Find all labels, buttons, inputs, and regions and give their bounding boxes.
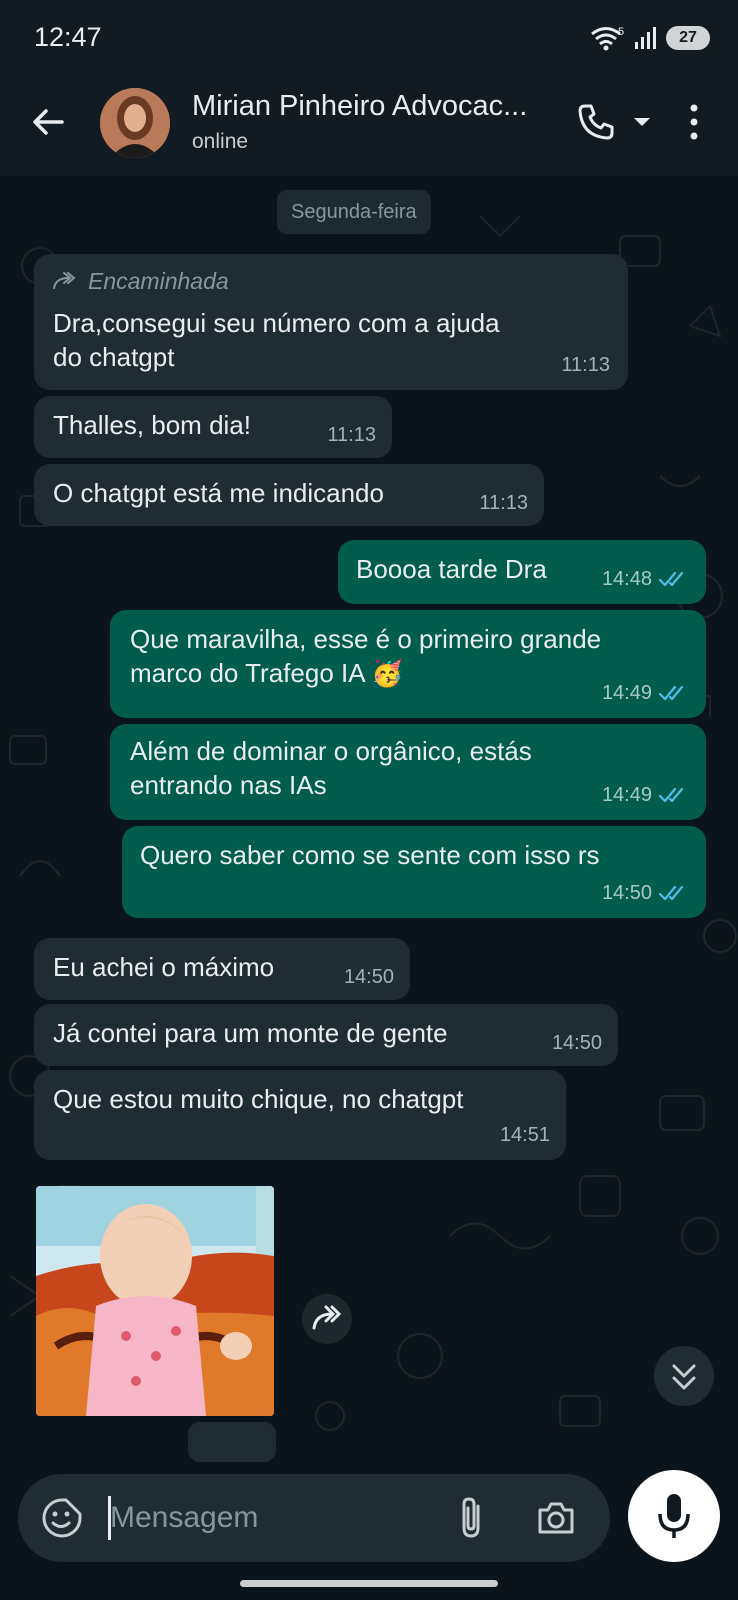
status-time: 12:47 — [34, 22, 102, 52]
message-text: entrando nas IAs — [130, 770, 327, 800]
message-time: 11:13 — [479, 492, 528, 514]
microphone-icon — [658, 1494, 690, 1538]
read-receipt-icon — [658, 571, 684, 587]
message-text: Quero saber como se sente com isso rs — [140, 840, 600, 870]
forward-button-icon[interactable] — [302, 1294, 352, 1344]
message-bubble-incoming[interactable]: Já contei para um monte de gente 14:50 — [34, 1004, 618, 1066]
contact-avatar[interactable] — [100, 88, 170, 158]
message-time: 14:50 — [343, 966, 394, 988]
message-text: Já contei para um monte de gente — [53, 1018, 448, 1048]
message-bubble-outgoing[interactable]: Quero saber como se sente com isso rs 14… — [122, 826, 706, 918]
read-receipt-icon — [658, 685, 684, 701]
message-time: 14:50 — [551, 1032, 602, 1054]
photo-message[interactable] — [36, 1186, 274, 1416]
read-receipt-icon — [658, 787, 684, 803]
message-time: 11:13 — [327, 424, 376, 446]
svg-text:5: 5 — [618, 26, 624, 38]
voice-message-button[interactable] — [628, 1470, 720, 1562]
message-bubble-incoming[interactable]: Que estou muito chique, no chatgpt 14:51 — [34, 1070, 566, 1160]
read-receipt-icon — [658, 885, 684, 901]
chevron-down-icon[interactable] — [632, 112, 652, 132]
system-navigation-bar — [0, 1566, 738, 1600]
message-time: 14:48 — [601, 568, 652, 590]
message-time: 14:49 — [601, 682, 652, 704]
chat-area[interactable]: Segunda-feira Encaminhada Dra,consegui s… — [0, 176, 738, 1466]
baby-photo-icon — [36, 1186, 274, 1416]
message-composer — [0, 1466, 738, 1566]
message-text: Thalles, bom dia! — [53, 410, 251, 440]
chat-header: Mirian Pinheiro Advocac... online — [0, 76, 738, 176]
wifi-icon: 5 — [591, 26, 624, 51]
battery-indicator: 27 — [666, 26, 710, 50]
date-separator: Segunda-feira — [277, 190, 431, 234]
message-bubble-incoming[interactable]: Encaminhada Dra,consegui seu número com … — [34, 254, 628, 390]
message-time: 14:50 — [601, 882, 652, 904]
message-bubble-outgoing[interactable]: Boooa tarde Dra 14:48 — [338, 540, 706, 604]
photo-time-partial — [188, 1422, 276, 1462]
message-input[interactable] — [110, 1496, 430, 1540]
message-time: 14:49 — [601, 784, 652, 806]
input-pill — [18, 1474, 610, 1562]
status-bar: 12:47 5 27 — [0, 0, 738, 76]
message-text: Dra,consegui seu número com a ajuda — [53, 308, 500, 338]
scroll-to-bottom-icon[interactable] — [654, 1346, 714, 1406]
back-arrow-icon[interactable] — [28, 102, 68, 142]
message-text: O chatgpt está me indicando — [53, 478, 384, 508]
contact-status: online — [192, 130, 249, 153]
forwarded-icon — [53, 272, 76, 289]
signal-icon — [635, 27, 656, 49]
phone-icon[interactable] — [574, 100, 618, 144]
message-time: 14:51 — [499, 1124, 550, 1146]
person-photo-icon — [100, 88, 170, 158]
forwarded-text: Encaminhada — [88, 268, 229, 294]
message-time: 11:13 — [561, 354, 610, 376]
camera-icon[interactable] — [534, 1496, 578, 1540]
sticker-emoji-icon[interactable] — [40, 1496, 84, 1540]
message-bubble-incoming[interactable]: Eu achei o máximo 14:50 — [34, 938, 410, 1000]
message-bubble-outgoing[interactable]: Que maravilha, esse é o primeiro grande … — [110, 610, 706, 718]
message-bubble-incoming[interactable]: Thalles, bom dia! 11:13 — [34, 396, 392, 458]
contact-name[interactable]: Mirian Pinheiro Advocac... — [192, 90, 572, 123]
forwarded-label: Encaminhada — [52, 264, 229, 298]
message-text: Que maravilha, esse é o primeiro grande — [130, 624, 602, 654]
home-gesture-handle[interactable] — [240, 1580, 498, 1587]
message-text: Eu achei o máximo — [53, 952, 275, 982]
more-options-icon[interactable] — [680, 100, 708, 144]
paperclip-icon[interactable] — [450, 1494, 494, 1542]
message-text: Além de dominar o orgânico, estás — [130, 736, 532, 766]
message-text: do chatgpt — [53, 342, 175, 372]
message-bubble-incoming[interactable]: O chatgpt está me indicando 11:13 — [34, 464, 544, 526]
message-text: marco do Trafego IA 🥳 — [130, 658, 404, 688]
message-bubble-outgoing[interactable]: Além de dominar o orgânico, estás entran… — [110, 724, 706, 820]
message-text: Boooa tarde Dra — [356, 554, 547, 584]
message-text: Que estou muito chique, no chatgpt — [53, 1084, 464, 1114]
